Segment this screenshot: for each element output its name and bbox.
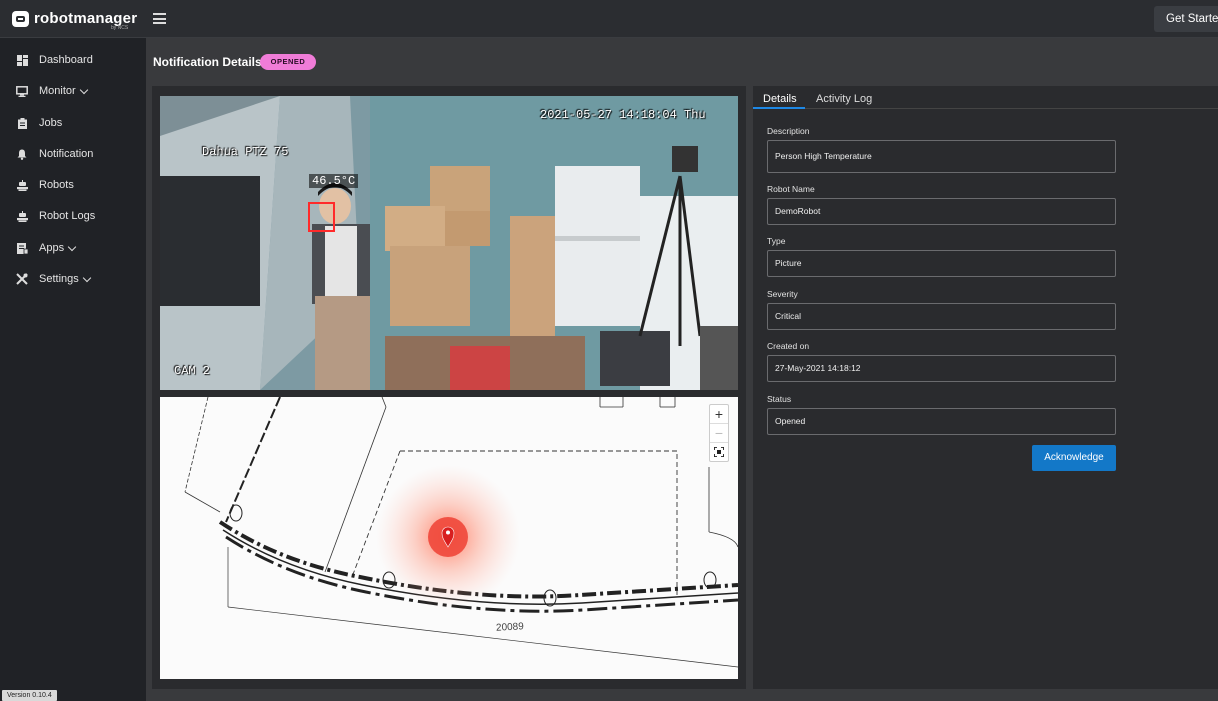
chevron-down-icon (82, 273, 91, 282)
robot-name-label: Robot Name (767, 184, 815, 194)
sidebar-item-label: Robot Logs (39, 210, 96, 222)
chevron-down-icon (79, 85, 88, 94)
main-content: Notification Details OPENED 2021-05-27 1… (146, 38, 1218, 701)
status-badge: OPENED (260, 54, 316, 70)
details-panel: Details Activity Log Description Person … (753, 86, 1218, 689)
map-zoom-controls: + − (709, 404, 729, 462)
sidebar-item-monitor[interactable]: Monitor (0, 78, 146, 104)
camera-snapshot: 2021-05-27 14:18:04 Thu Dahua PTZ 75 46.… (160, 96, 738, 390)
tab-details[interactable]: Details (763, 93, 797, 105)
created-on-field[interactable]: 27-May-2021 14:18:12 (767, 355, 1116, 382)
monitor-icon (16, 85, 28, 97)
logo-icon (12, 10, 29, 27)
sidebar-item-apps[interactable]: Apps (0, 235, 146, 261)
get-started-button[interactable]: Get Started (1154, 6, 1218, 32)
face-detection-box (308, 202, 335, 232)
description-label: Description (767, 126, 810, 136)
zoom-in-button[interactable]: + (710, 405, 728, 424)
status-field[interactable]: Opened (767, 408, 1116, 435)
sidebar-item-label: Settings (39, 273, 79, 285)
version-label: Version 0.10.4 (2, 690, 57, 701)
camera-scene (160, 96, 738, 390)
tools-icon (16, 273, 28, 285)
map-dimension-label: 20089 (495, 621, 525, 634)
clipboard-icon (16, 117, 28, 129)
type-label: Type (767, 236, 786, 246)
acknowledge-button[interactable]: Acknowledge (1032, 445, 1116, 471)
floor-plan-drawing (184, 397, 738, 668)
camera-name-overlay: Dahua PTZ 75 (202, 145, 289, 159)
sidebar-item-robots[interactable]: Robots (0, 172, 146, 198)
robot-log-icon (16, 210, 28, 222)
type-field[interactable]: Picture (767, 250, 1116, 277)
created-on-label: Created on (767, 341, 810, 351)
camera-channel-label: CAM 2 (174, 364, 211, 378)
page-title: Notification Details (153, 55, 262, 69)
sidebar-item-label: Robots (39, 179, 74, 191)
sidebar-item-label: Jobs (39, 117, 63, 129)
severity-label: Severity (767, 289, 798, 299)
hamburger-menu-icon[interactable] (153, 13, 166, 24)
tab-activity-log[interactable]: Activity Log (816, 93, 872, 105)
active-tab-indicator (753, 107, 805, 109)
detail-tabs: Details Activity Log (753, 86, 1218, 109)
sidebar-item-label: Apps (39, 242, 65, 254)
robot-icon (16, 179, 28, 191)
temperature-reading: 46.5°C (309, 174, 359, 188)
media-panel: 2021-05-27 14:18:04 Thu Dahua PTZ 75 46.… (152, 86, 746, 689)
sidebar-item-label: Notification (39, 148, 94, 160)
apps-icon (16, 242, 28, 254)
camera-timestamp: 2021-05-27 14:18:04 Thu (540, 108, 706, 122)
sidebar-item-robot-logs[interactable]: Robot Logs (0, 203, 146, 229)
sidebar: Dashboard Monitor Jobs Notification Robo… (0, 38, 146, 701)
sidebar-item-label: Monitor (39, 85, 76, 97)
severity-field[interactable]: Critical (767, 303, 1116, 330)
dashboard-icon (16, 54, 28, 66)
description-field[interactable]: Person High Temperature (767, 140, 1116, 173)
bell-icon (16, 148, 28, 160)
sidebar-item-settings[interactable]: Settings (0, 266, 146, 292)
top-bar: robotmanager by NCS Get Started (0, 0, 1218, 38)
zoom-out-button[interactable]: − (710, 424, 728, 443)
chevron-down-icon (67, 242, 77, 251)
sidebar-item-notification[interactable]: Notification (0, 141, 146, 167)
robot-name-field[interactable]: DemoRobot (767, 198, 1116, 225)
sidebar-item-jobs[interactable]: Jobs (0, 110, 146, 136)
floor-map[interactable]: 20089 + − (160, 397, 738, 679)
sidebar-item-label: Dashboard (39, 54, 93, 66)
status-label: Status (767, 394, 792, 404)
logo-subtext: by NCS (111, 25, 129, 31)
fit-to-screen-icon[interactable] (710, 443, 728, 462)
sidebar-item-dashboard[interactable]: Dashboard (0, 47, 146, 73)
